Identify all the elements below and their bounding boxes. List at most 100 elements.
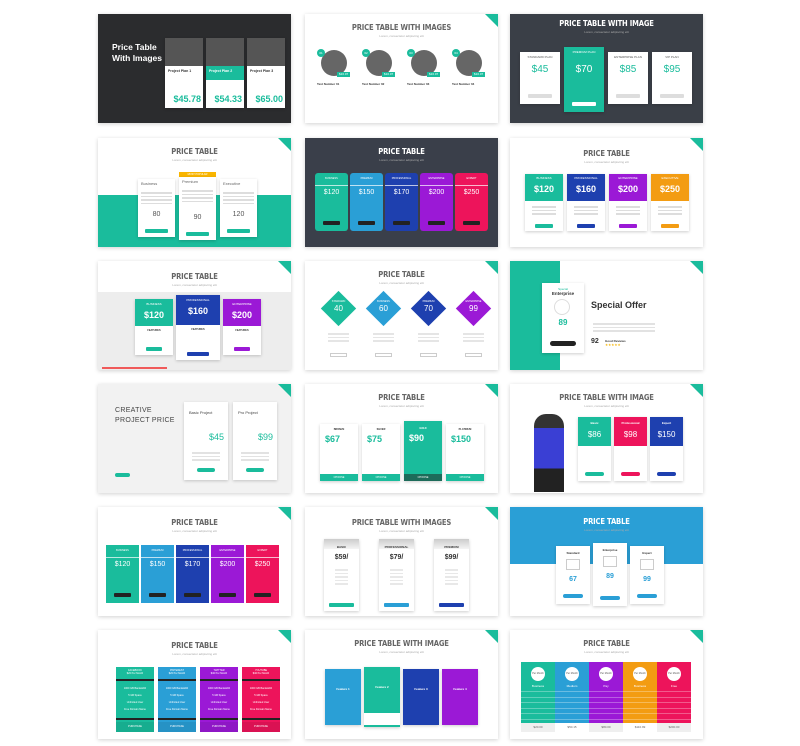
plan-card[interactable]: TWITTER $40 Per Month 1000 GB Bandwidth 5 G… — [200, 667, 238, 732]
plan-card[interactable]: PROFESSIONAL $79/ — [379, 539, 414, 611]
choose-button[interactable]: CHOOSE — [446, 474, 484, 481]
plan-card[interactable]: BASIC $59/ — [324, 539, 359, 611]
plan-card[interactable]: Expert 99 — [630, 546, 664, 604]
feature-card[interactable]: Feature 2 — [364, 667, 400, 727]
slide-5[interactable]: PRICE TABLE Lorem, consectetur adipiscing… — [305, 138, 498, 247]
plan-card[interactable]: STANDARD PLAN $45 — [520, 52, 560, 104]
plan-card[interactable]: ENTERPRISE $200 FEATURES — [223, 299, 261, 355]
order-now-button[interactable] — [114, 593, 131, 597]
slide-3[interactable]: PRICE TABLE WITH IMAGE Lorem, consectetur… — [510, 14, 703, 123]
order-now-button[interactable] — [428, 221, 445, 225]
feature-card[interactable]: Feature 3 — [403, 669, 439, 725]
select-button[interactable] — [528, 94, 552, 98]
sign-up-button[interactable] — [465, 353, 482, 357]
slide-8[interactable]: PRICE TABLE Lorem, consectetur adipiscing… — [305, 261, 498, 370]
offer-card[interactable]: Special Enterprise 89 — [542, 283, 584, 353]
slide-13[interactable]: PRICE TABLE Lorem, consectetur adipiscing… — [98, 507, 291, 616]
plan-card[interactable]: GOLD $90 CHOOSE — [404, 421, 442, 481]
order-button[interactable] — [329, 603, 354, 607]
buy-button[interactable] — [637, 594, 657, 598]
plan-column[interactable]: Per Month Business $20.00 — [521, 662, 555, 732]
more-button[interactable] — [115, 473, 130, 477]
order-button[interactable] — [145, 229, 168, 233]
plan-card[interactable]: Basic Project $45 — [184, 402, 228, 480]
buy-button[interactable] — [621, 472, 640, 476]
slide-4[interactable]: PRICE TABLE Lorem, consectetur adipiscing… — [98, 138, 291, 247]
order-now-button[interactable] — [184, 593, 201, 597]
buy-button[interactable] — [535, 224, 553, 228]
plan-card[interactable]: Standard 67 — [556, 546, 590, 604]
slide-7[interactable]: PRICE TABLE Lorem, consectetur adipiscing… — [98, 261, 291, 370]
buy-now-button[interactable] — [550, 341, 576, 346]
order-now-button[interactable] — [254, 593, 271, 597]
plan-card[interactable]: VIP PLAN $95 — [652, 52, 692, 104]
purchase-button[interactable]: PURCHASE — [158, 722, 196, 732]
order-now-button[interactable] — [149, 593, 166, 597]
select-button[interactable] — [616, 94, 640, 98]
order-now-button[interactable] — [219, 593, 236, 597]
plan-card[interactable]: BUSINESS $120 FEATURES — [135, 299, 173, 355]
plan-column[interactable]: Per Month Medium $50.15 — [555, 662, 589, 732]
choose-button[interactable]: CHOOSE — [404, 474, 442, 481]
order-now-button[interactable] — [393, 221, 410, 225]
plan-card[interactable]: Executive 120 — [220, 179, 257, 237]
order-now-button[interactable] — [323, 221, 340, 225]
plan-card[interactable]: PROFESSIONAL $160 — [567, 174, 605, 231]
plan-card[interactable]: PREMIUM PLAN $70 — [564, 47, 604, 112]
plan-card[interactable]: Project Plan 1 $45.78 — [165, 38, 203, 108]
plan-card[interactable]: PREMIUM $150 — [350, 173, 383, 231]
plan-card[interactable]: ENTERPRISE PLAN $85 — [608, 52, 648, 104]
plan-card[interactable]: PLATINUM $150 CHOOSE — [446, 424, 484, 481]
plan-card[interactable]: Professional $98 — [614, 417, 647, 481]
plan-card[interactable]: ENTERPRISE $200 — [420, 173, 453, 231]
plan-card[interactable]: PROFESSIONAL $160 FEATURES — [176, 295, 220, 360]
sign-up-button[interactable] — [375, 353, 392, 357]
select-button[interactable] — [197, 468, 215, 472]
plan-card[interactable]: Enterprise 89 — [593, 543, 627, 606]
select-button[interactable] — [660, 94, 684, 98]
plan-card[interactable]: ENTERPRISE $200 — [609, 174, 647, 231]
plan-card[interactable]: BUSINESS $120 — [106, 545, 139, 603]
buy-button[interactable] — [619, 224, 637, 228]
slide-16[interactable]: PRICE TABLE Lorem, consectetur adipiscing… — [98, 630, 291, 739]
slide-14[interactable]: PRICE TABLE WITH IMAGES Lorem, consectetu… — [305, 507, 498, 616]
order-button[interactable] — [186, 232, 209, 236]
plan-column[interactable]: Per Month Business $110.99 — [623, 662, 657, 732]
plan-card[interactable]: Business 80 — [138, 179, 175, 237]
feature-card[interactable]: Feature 1 — [325, 669, 361, 725]
sign-up-button[interactable] — [330, 353, 347, 357]
plan-card[interactable]: YOUTUBE $40 Per Month 1000 GB Bandwidth 5 G… — [242, 667, 280, 732]
plan-card[interactable]: EXPERT $250 — [246, 545, 279, 603]
buy-button[interactable] — [600, 596, 620, 600]
sign-up-button[interactable] — [420, 353, 437, 357]
buy-button[interactable] — [187, 352, 209, 356]
slide-11[interactable]: PRICE TABLE Lorem, consectetur adipiscing… — [305, 384, 498, 493]
plan-card[interactable]: BRONZE $67 CHOOSE — [320, 424, 358, 481]
plan-card[interactable]: Project Plan 2 $54.33 — [206, 38, 244, 108]
order-now-button[interactable] — [358, 221, 375, 225]
plan-card[interactable]: PROFESSIONAL $170 — [385, 173, 418, 231]
plan-card[interactable]: PINTEREST $20 Per Month 1000 GB Bandwidth 5… — [158, 667, 196, 732]
plan-card[interactable]: FACEBOOK $20 Per Month 1000 GB Bandwidth 5 … — [116, 667, 154, 732]
plan-column[interactable]: Per Month Free $200.00 — [657, 662, 691, 732]
slide-17[interactable]: PRICE TABLE WITH IMAGE Lorem, consectetur… — [305, 630, 498, 739]
plan-card[interactable]: PROFESSIONAL $170 — [176, 545, 209, 603]
slide-2[interactable]: PRICE TABLE WITH IMAGES Lorem, consectetu… — [305, 14, 498, 123]
plan-card[interactable]: SILVER $75 CHOOSE — [362, 424, 400, 481]
plan-card[interactable]: Premium 90 — [179, 177, 216, 240]
plan-card[interactable]: EXPERT $250 — [455, 173, 488, 231]
choose-button[interactable]: CHOOSE — [362, 474, 400, 481]
purchase-button[interactable]: PURCHASE — [200, 722, 238, 732]
order-button[interactable] — [439, 603, 464, 607]
order-button[interactable] — [227, 229, 250, 233]
plan-card[interactable]: ENTERPRISE $200 — [211, 545, 244, 603]
order-now-button[interactable] — [463, 221, 480, 225]
slide-9[interactable]: Special Enterprise 89 Special Offer 92 Good R… — [510, 261, 703, 370]
plan-card[interactable]: Pro Project $99 — [233, 402, 277, 480]
plan-card[interactable]: Expert $150 — [650, 417, 683, 481]
buy-button[interactable] — [585, 472, 604, 476]
slide-15[interactable]: PRICE TABLE Lorem, consectetur adipiscing… — [510, 507, 703, 616]
buy-button[interactable] — [146, 347, 162, 351]
slide-6[interactable]: PRICE TABLE Lorem, consectetur adipiscing… — [510, 138, 703, 247]
purchase-button[interactable]: PURCHASE — [116, 722, 154, 732]
